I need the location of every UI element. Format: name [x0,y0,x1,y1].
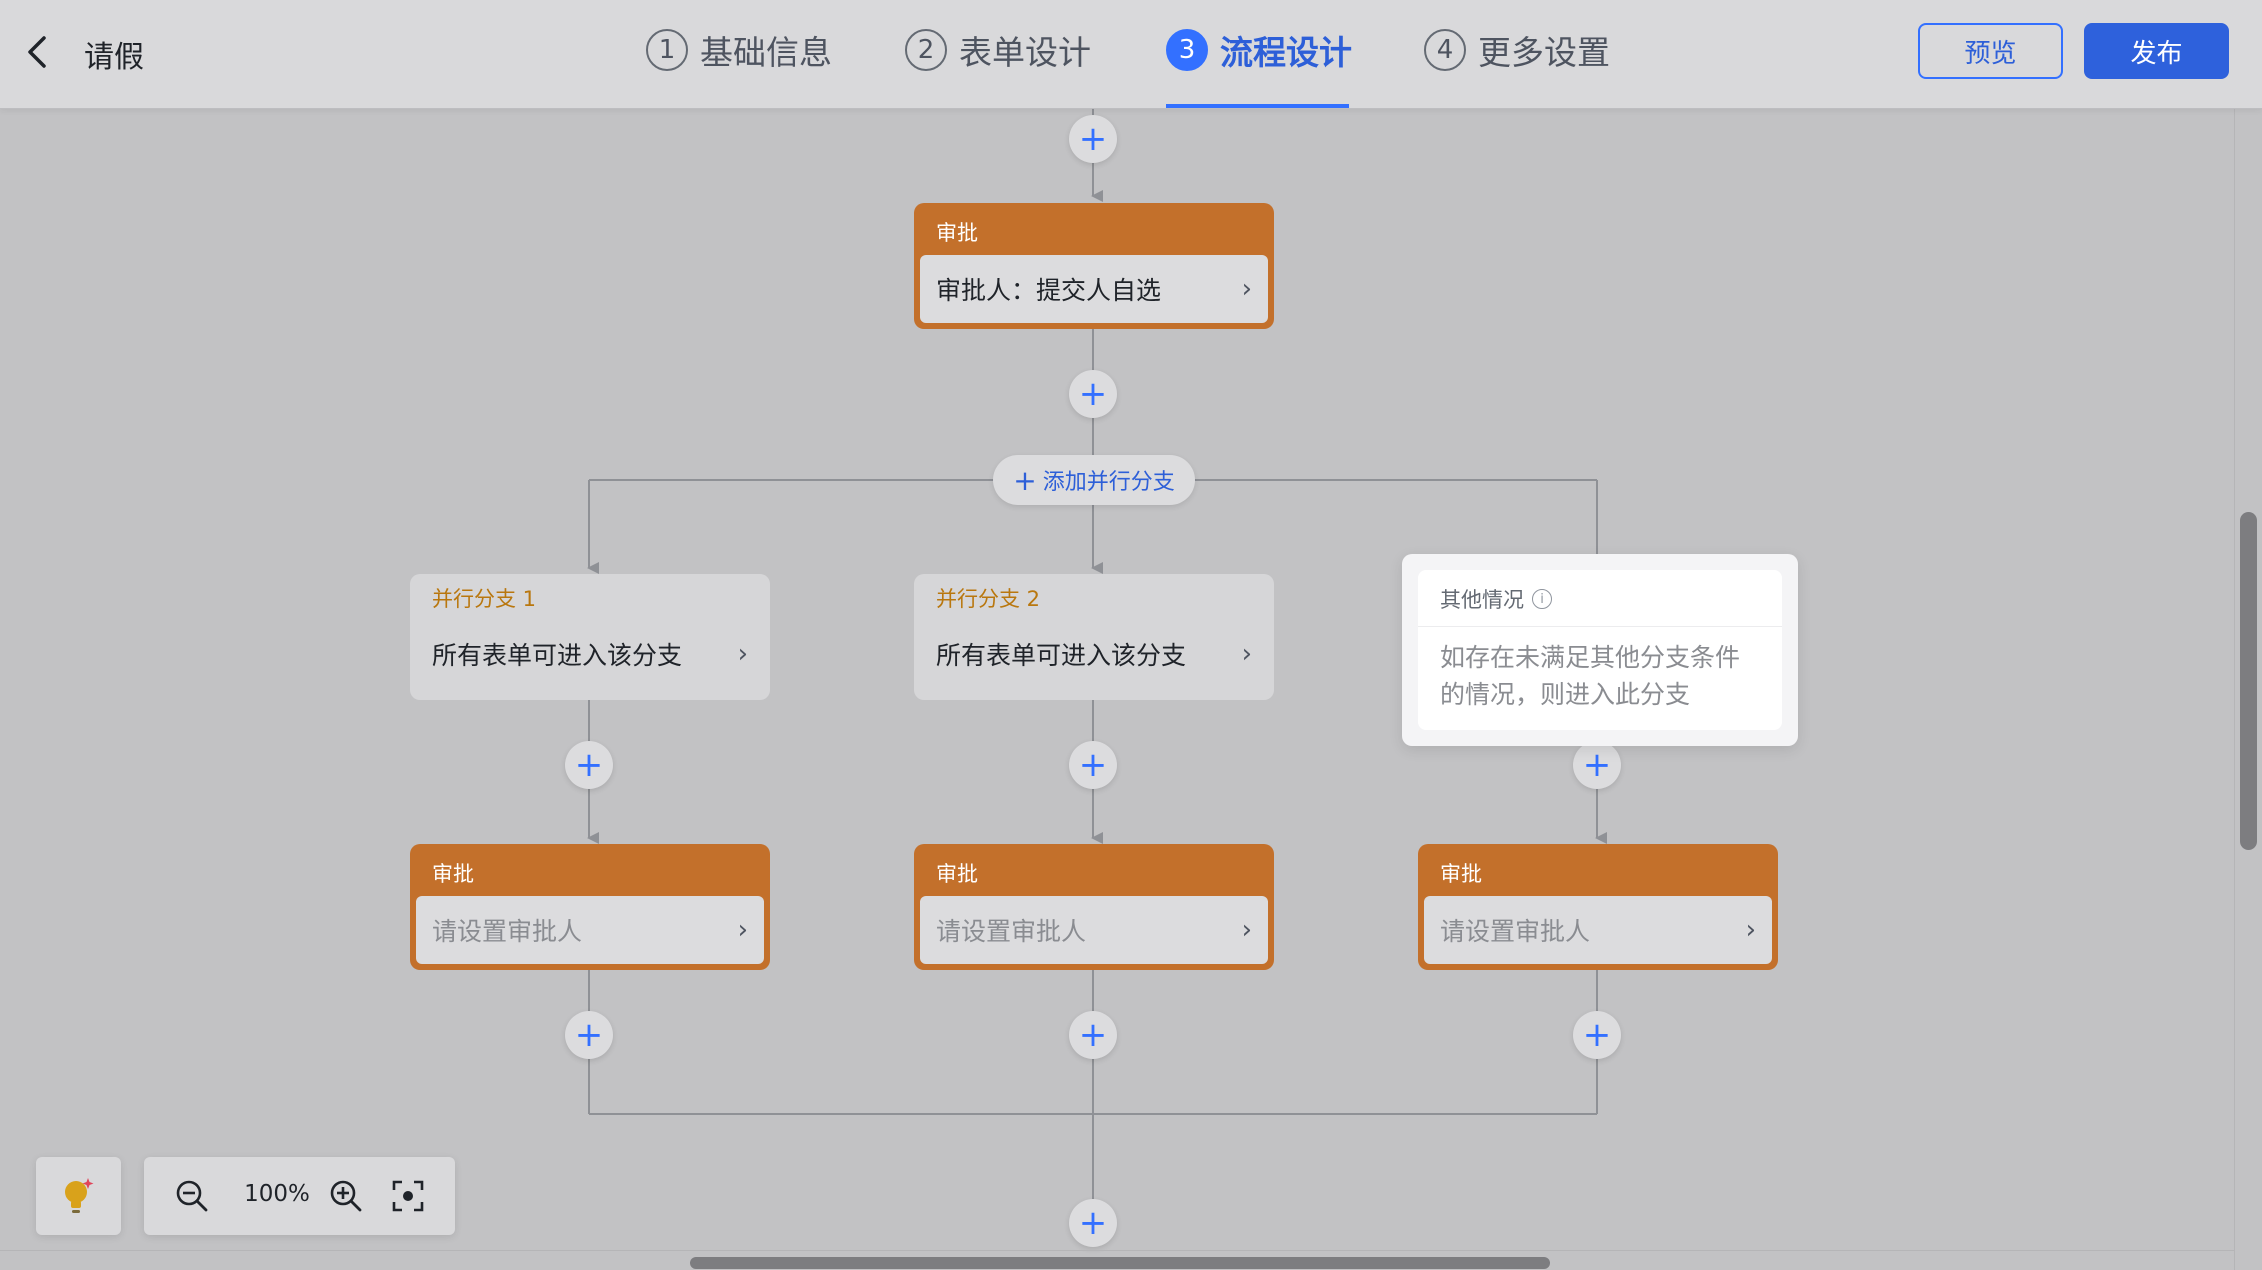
step-basic-info[interactable]: 1 基础信息 [646,26,832,74]
parallel-branch-1[interactable]: 并行分支 1 所有表单可进入该分支 › [410,574,770,700]
zoom-level: 100% [244,1181,310,1207]
chevron-right-icon: › [1745,915,1756,945]
approval-node-body[interactable]: 请设置审批人 › [1424,896,1772,964]
step-number: 1 [646,29,688,71]
vertical-scrollbar[interactable] [2240,512,2257,850]
approval-node-title: 审批 [1440,862,1482,886]
step-label: 基础信息 [700,33,832,72]
step-number: 2 [905,29,947,71]
add-node-button[interactable]: + [565,741,613,789]
add-parallel-branch-label: 添加并行分支 [1042,470,1175,495]
chevron-right-icon: › [737,639,748,669]
info-icon[interactable]: i [1532,589,1552,609]
step-form-design[interactable]: 2 表单设计 [905,26,1091,74]
page-title: 请假 [84,40,144,75]
plus-icon: + [574,745,604,785]
other-branch-description: 如存在未满足其他分支条件 的情况，则进入此分支 [1440,643,1741,709]
zoom-toolbar: 100% [144,1157,455,1235]
horizontal-scrollbar[interactable] [690,1257,1550,1269]
branch-title: 并行分支 2 [936,587,1041,611]
other-branch-title: 其他情况 [1440,588,1524,612]
lightbulb-icon [64,1178,93,1213]
zoom-in-icon[interactable] [328,1178,364,1214]
flow-canvas[interactable]: + + + + + + + + + 审批 审批人：提交人自选 › + 添加并行分… [0,0,2262,1270]
plus-icon: + [1078,374,1108,414]
approval-node-text: 请设置审批人 [432,917,583,946]
add-node-button[interactable]: + [1069,370,1117,418]
approval-node-body[interactable]: 请设置审批人 › [920,896,1268,964]
step-number: 3 [1166,29,1208,71]
approval-node-text: 审批人：提交人自选 [936,276,1162,305]
step-flow-design[interactable]: 3 流程设计 [1166,26,1352,74]
other-branch[interactable]: 其他情况 i 如存在未满足其他分支条件 的情况，则进入此分支 [1402,554,1798,746]
preview-button[interactable]: 预览 [1918,23,2063,79]
fit-screen-icon[interactable] [390,1178,426,1214]
chevron-right-icon: › [1241,274,1252,304]
add-node-button[interactable]: + [1069,115,1117,163]
step-label: 流程设计 [1220,33,1352,72]
approval-node-text: 请设置审批人 [936,917,1087,946]
plus-icon: + [574,1015,604,1055]
tips-button[interactable] [36,1157,121,1235]
plus-icon: + [1582,1015,1612,1055]
approval-node-body[interactable]: 审批人：提交人自选 › [920,255,1268,323]
step-label: 表单设计 [959,33,1091,72]
chevron-right-icon: › [1241,915,1252,945]
branch-condition: 所有表单可进入该分支 [432,641,683,670]
branch-title: 并行分支 1 [432,587,537,611]
approval-node-title: 审批 [432,862,474,886]
top-header: 请假 1 基础信息 2 表单设计 3 流程设计 4 更多设置 预览 发布 [0,0,2262,109]
plus-icon: + [1078,1015,1108,1055]
add-node-button[interactable]: + [1069,741,1117,789]
plus-icon: + [1013,463,1037,497]
add-node-button[interactable]: + [1573,741,1621,789]
add-node-button[interactable]: + [1573,1011,1621,1059]
step-number: 4 [1424,29,1466,71]
approval-node-title: 审批 [936,862,978,886]
zoom-out-icon[interactable] [174,1178,210,1214]
parallel-branch-2[interactable]: 并行分支 2 所有表单可进入该分支 › [914,574,1274,700]
approval-node-title: 审批 [936,221,978,245]
add-node-button[interactable]: + [1069,1199,1117,1247]
plus-icon: + [1582,745,1612,785]
step-more-settings[interactable]: 4 更多设置 [1424,26,1610,74]
add-node-button[interactable]: + [1069,1011,1117,1059]
plus-icon: + [1078,1203,1108,1243]
publish-button[interactable]: 发布 [2084,23,2229,79]
approval-node-branch-2[interactable]: 审批 请设置审批人 › [914,844,1274,970]
step-label: 更多设置 [1478,33,1610,72]
chevron-right-icon: › [1241,639,1252,669]
approval-node-top[interactable]: 审批 审批人：提交人自选 › [914,203,1274,329]
approval-node-branch-3[interactable]: 审批 请设置审批人 › [1418,844,1778,970]
add-node-button[interactable]: + [565,1011,613,1059]
branch-condition: 所有表单可进入该分支 [936,641,1187,670]
chevron-right-icon: › [737,915,748,945]
canvas-border [0,1250,2234,1251]
canvas-border [2234,108,2235,1270]
back-arrow-icon[interactable] [22,30,52,74]
plus-icon: + [1078,745,1108,785]
plus-icon: + [1078,119,1108,159]
approval-node-branch-1[interactable]: 审批 请设置审批人 › [410,844,770,970]
approval-node-body[interactable]: 请设置审批人 › [416,896,764,964]
active-step-indicator [1166,104,1349,108]
approval-node-text: 请设置审批人 [1440,917,1591,946]
add-parallel-branch-button[interactable]: + 添加并行分支 [993,455,1195,505]
